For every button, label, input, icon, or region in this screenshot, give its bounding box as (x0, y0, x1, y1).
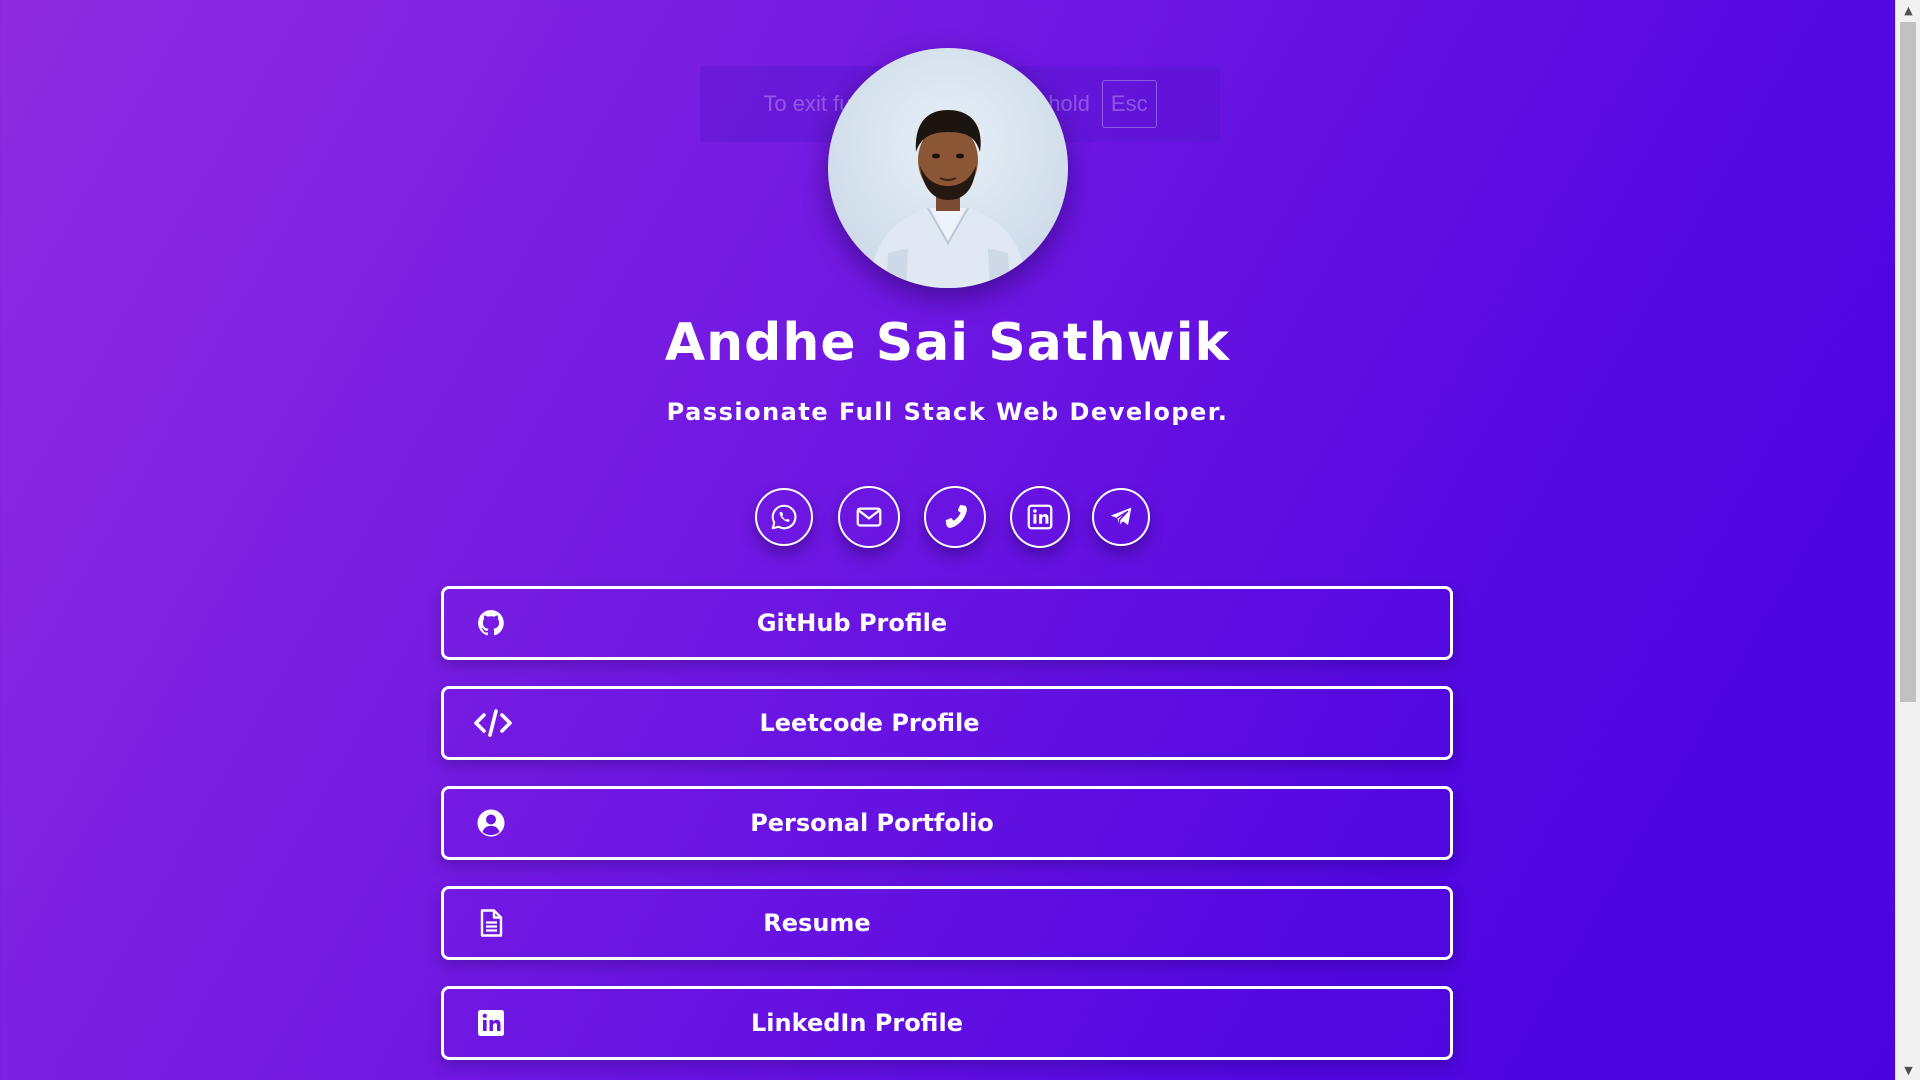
scroll-up-icon[interactable]: ▲ (1896, 0, 1920, 20)
social-links (0, 486, 1895, 550)
scrollbar-thumb[interactable] (1900, 22, 1916, 702)
esc-key-badge: Esc (1101, 80, 1157, 128)
leetcode-profile-button[interactable]: Leetcode Profile (441, 686, 1453, 760)
github-profile-label: GitHub Profile (756, 609, 948, 637)
telegram-button[interactable] (1092, 488, 1150, 546)
scroll-down-icon[interactable]: ▼ (1896, 1060, 1920, 1080)
personal-portfolio-label: Personal Portfolio (750, 809, 994, 837)
phone-button[interactable] (924, 486, 986, 548)
linkedin-profile-label: LinkedIn Profile (751, 1009, 963, 1037)
email-button[interactable] (838, 486, 900, 548)
resume-button[interactable]: Resume (441, 886, 1453, 960)
vertical-scrollbar[interactable]: ▲ ▼ (1895, 0, 1920, 1080)
whatsapp-icon (771, 504, 797, 530)
profile-avatar (828, 48, 1068, 288)
github-profile-button[interactable]: GitHub Profile (441, 586, 1453, 660)
linkedin-button[interactable] (1010, 486, 1070, 548)
linkedin-icon (1027, 504, 1053, 530)
mail-icon (856, 507, 882, 527)
profile-tagline: Passionate Full Stack Web Developer. (666, 398, 1229, 426)
profile-links: GitHub Profile Leetcode Profile Personal… (441, 586, 1453, 1080)
whatsapp-button[interactable] (755, 488, 813, 546)
personal-portfolio-button[interactable]: Personal Portfolio (441, 786, 1453, 860)
phone-icon (945, 504, 967, 528)
leetcode-profile-label: Leetcode Profile (759, 709, 980, 737)
page-viewport: To exit full screen, press and hold Esc (0, 0, 1895, 1080)
linkedin-profile-button[interactable]: LinkedIn Profile (441, 986, 1453, 1060)
profile-name: Andhe Sai Sathwik (664, 313, 1231, 373)
telegram-icon (1110, 507, 1132, 526)
profile-photo (828, 48, 1068, 288)
resume-label: Resume (763, 909, 871, 937)
